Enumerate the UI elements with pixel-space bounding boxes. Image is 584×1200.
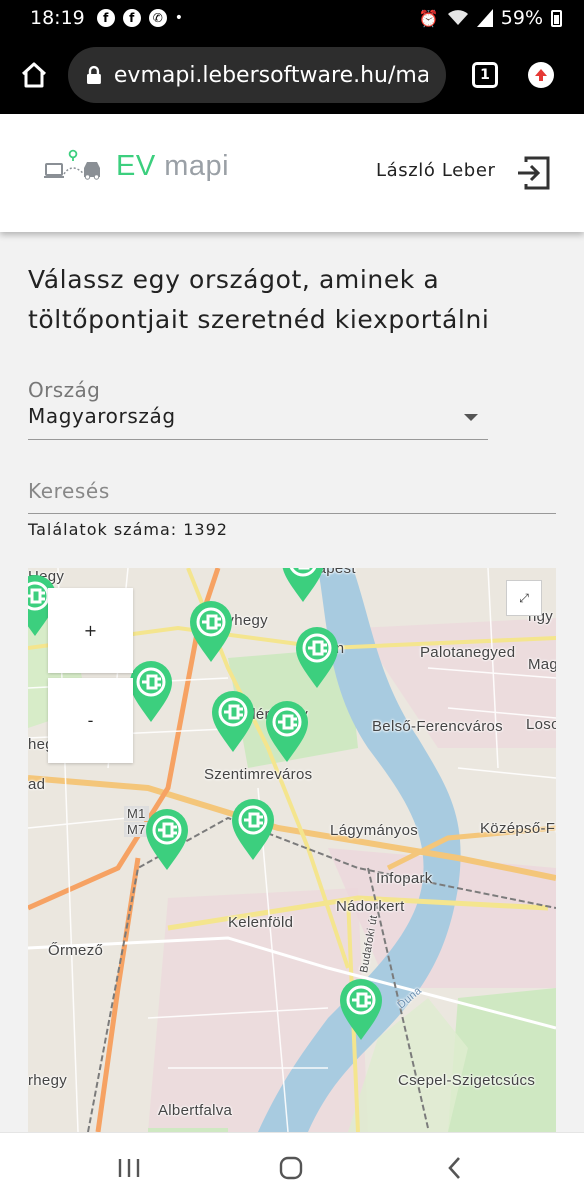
map-label: Őrmező: [48, 942, 104, 959]
home-button[interactable]: [14, 55, 54, 95]
android-nav-bar: [0, 1132, 584, 1200]
country-label: Ország: [28, 378, 101, 402]
arrow-up-icon: [535, 69, 547, 81]
charging-station-marker[interactable]: [188, 600, 234, 664]
map-label: Mag: [528, 656, 556, 673]
map-label: ad: [28, 776, 46, 793]
lock-icon: [86, 65, 101, 84]
recent-apps-icon: [118, 1159, 140, 1177]
home-circle-icon: [279, 1156, 303, 1180]
url-text: evmapi.lebersoftware.hu/ma: [113, 62, 428, 88]
charging-station-marker[interactable]: [210, 690, 256, 754]
country-value: Magyarország: [28, 404, 176, 428]
signal-icon: [476, 9, 493, 27]
battery-icon: [551, 9, 562, 27]
charging-station-marker[interactable]: [338, 978, 384, 1042]
update-button[interactable]: [528, 62, 554, 88]
fullscreen-button[interactable]: ⤢: [506, 580, 542, 616]
facebook-icon: f: [122, 9, 141, 27]
wifi-icon: [447, 10, 468, 25]
system-icons: ⏰ 59%: [419, 7, 562, 29]
zoom-out-button[interactable]: -: [48, 678, 133, 763]
map-label: Palotanegyed: [420, 644, 516, 661]
map-label: Kelenföld: [228, 914, 294, 931]
back-button[interactable]: [440, 1153, 470, 1183]
user-name: László Leber: [376, 160, 496, 181]
map-label: Belső-Ferencváros: [372, 718, 503, 735]
back-icon: [448, 1157, 460, 1179]
map-label: Nádorkert: [336, 898, 405, 915]
logo-ev: EV: [116, 149, 156, 182]
app-header: EV mapi László Leber: [0, 114, 584, 232]
tab-switcher-button[interactable]: 1: [472, 62, 498, 88]
charging-station-marker[interactable]: [230, 798, 276, 862]
logout-icon: [518, 156, 550, 190]
logo-mapi: mapi: [164, 149, 230, 182]
map-label: Lágymányos: [330, 822, 419, 839]
status-bar: 18:19 f f ✆ • ⏰ 59%: [0, 0, 584, 36]
charging-station-marker[interactable]: [280, 568, 326, 604]
charging-station-marker[interactable]: [294, 626, 340, 690]
dropdown-arrow-icon: [464, 414, 478, 421]
battery-percent: 59%: [500, 7, 543, 29]
country-select[interactable]: Magyarország: [28, 404, 488, 440]
alarm-icon: ⏰: [418, 8, 439, 28]
main-content: Válassz egy országot, aminek a töltőpont…: [28, 232, 558, 539]
charging-station-marker[interactable]: [144, 808, 190, 872]
map-label: Loso: [526, 716, 556, 733]
charging-station-marker[interactable]: [264, 700, 310, 764]
logo[interactable]: EV mapi: [44, 148, 229, 184]
home-icon: [21, 62, 47, 88]
page-title: Válassz egy országot, aminek a töltőpont…: [28, 265, 490, 334]
map-label: rhegy: [28, 1072, 68, 1089]
map-label: Csepel-Szigetcsúcs: [398, 1072, 536, 1089]
browser-toolbar: evmapi.lebersoftware.hu/ma 1: [0, 36, 584, 114]
map-label: Albertfalva: [158, 1102, 233, 1119]
address-bar[interactable]: evmapi.lebersoftware.hu/ma: [68, 47, 446, 103]
results-count: Találatok száma: 1392: [28, 520, 228, 539]
search-input[interactable]: Keresés: [28, 478, 556, 514]
map-label: Infopark: [376, 870, 433, 887]
status-time: 18:19: [30, 7, 85, 29]
dot-icon: •: [174, 10, 184, 26]
home-nav-button[interactable]: [276, 1153, 306, 1183]
map-label: Szentimreváros: [204, 766, 313, 783]
viber-icon: ✆: [148, 9, 167, 27]
map-label: Középső-Fe: [480, 820, 556, 837]
logo-text: EV mapi: [116, 150, 229, 183]
facebook-icon: f: [96, 9, 115, 27]
map[interactable]: Budapest Nagyhegy Tabán Palotanegyed Mag…: [28, 568, 556, 1132]
recent-apps-button[interactable]: [114, 1153, 144, 1183]
notification-icons: f f ✆ •: [96, 9, 184, 27]
logo-icon: [44, 149, 100, 180]
zoom-in-button[interactable]: +: [48, 588, 133, 673]
charging-station-marker[interactable]: [128, 660, 174, 724]
logout-button[interactable]: [514, 154, 552, 196]
